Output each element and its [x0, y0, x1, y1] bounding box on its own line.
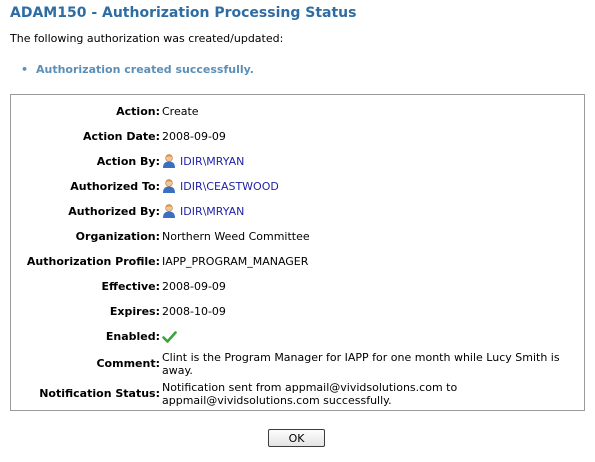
action-by-label: Action By:: [96, 155, 160, 168]
user-icon: [163, 204, 175, 218]
page-title: ADAM150 - Authorization Processing Statu…: [10, 5, 357, 21]
authorized-by-value: IDIR\MRYAN: [162, 203, 580, 218]
success-message-text: Authorization created successfully.: [36, 63, 254, 76]
authorization-details-panel: Action: Create Action Date: 2008-09-09 A…: [10, 94, 585, 411]
enabled-value: [162, 330, 580, 344]
effective-value: 2008-09-09: [162, 280, 226, 293]
bullet-icon: •: [21, 63, 29, 76]
authorized-to-label: Authorized To:: [70, 180, 160, 193]
action-date-value: 2008-09-09: [162, 130, 226, 143]
message-list: • Authorization created successfully.: [21, 63, 254, 76]
expires-value: 2008-10-09: [162, 305, 226, 318]
authorized-to-user-link[interactable]: IDIR\CEASTWOOD: [180, 180, 279, 193]
intro-text: The following authorization was created/…: [10, 32, 284, 45]
action-by-user-link[interactable]: IDIR\MRYAN: [180, 155, 244, 168]
profile-label: Authorization Profile:: [26, 255, 160, 268]
success-message: • Authorization created successfully.: [21, 63, 254, 76]
notification-label: Notification Status:: [39, 387, 160, 400]
user-icon: [163, 154, 175, 168]
profile-value: IAPP_PROGRAM_MANAGER: [162, 255, 309, 268]
organization-value: Northern Weed Committee: [162, 230, 310, 243]
expires-label: Expires:: [109, 305, 160, 318]
effective-label: Effective:: [101, 280, 160, 293]
notification-value: Notification sent from appmail@vividsolu…: [162, 381, 458, 407]
action-date-label: Action Date:: [83, 130, 160, 143]
action-value: Create: [162, 105, 199, 118]
organization-label: Organization:: [75, 230, 160, 243]
action-by-value: IDIR\MRYAN: [162, 153, 580, 168]
comment-label: Comment:: [96, 357, 160, 370]
ok-button[interactable]: OK: [268, 429, 325, 447]
comment-value: Clint is the Program Manager for IAPP fo…: [162, 351, 560, 377]
enabled-label: Enabled:: [105, 330, 160, 343]
action-label: Action:: [116, 105, 160, 118]
authorized-to-value: IDIR\CEASTWOOD: [162, 178, 580, 193]
user-icon: [163, 179, 175, 193]
authorized-by-user-link[interactable]: IDIR\MRYAN: [180, 205, 244, 218]
checkmark-icon: [162, 331, 177, 343]
authorized-by-label: Authorized By:: [68, 205, 160, 218]
authorization-status-page: ADAM150 - Authorization Processing Statu…: [0, 0, 595, 462]
